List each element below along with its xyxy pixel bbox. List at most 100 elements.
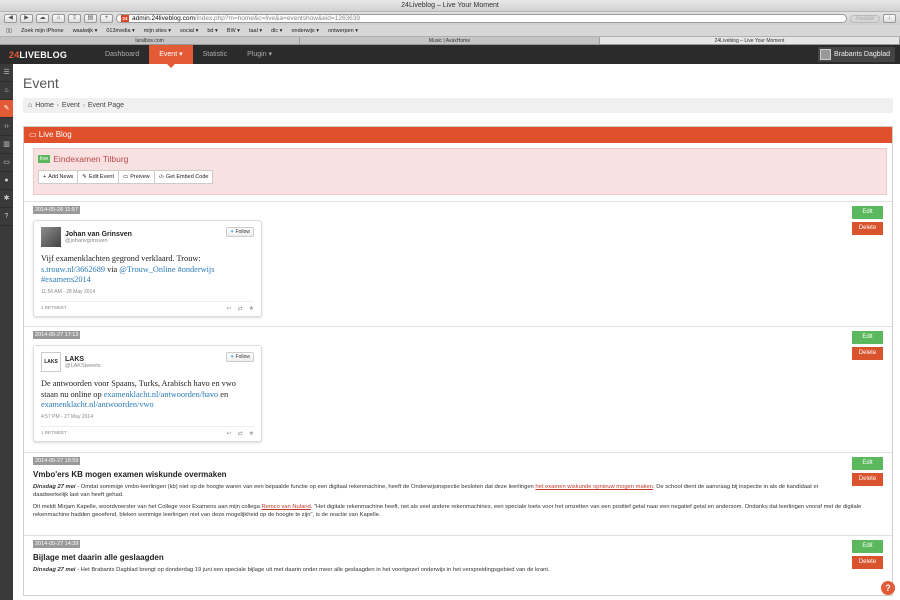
url-bar[interactable]: 24 admin.24liveblog.com /index.php?m=hom… — [116, 14, 848, 23]
news-paragraph: Dit meldt Mirjam Kapelle, woordvoerster … — [33, 504, 862, 518]
share-icon[interactable]: ⇪ — [68, 14, 81, 23]
tweet-avatar: LAKS — [41, 352, 61, 372]
home-icon[interactable]: ⌂ — [52, 14, 65, 23]
delete-button[interactable]: Delete — [852, 473, 883, 486]
browser-tab[interactable]: Music | AvaxHome — [300, 37, 600, 44]
bookmark-item[interactable]: BW ▾ — [227, 28, 240, 34]
help-icon[interactable]: ? — [0, 208, 13, 226]
user-menu[interactable]: Brabants Dagblad — [817, 47, 895, 62]
window-title: 24Liveblog – Live Your Moment — [0, 0, 900, 12]
back-icon[interactable]: ◀ — [4, 14, 17, 23]
tweet-date[interactable]: 4:57 PM - 27 May 2014 — [41, 414, 254, 420]
tweet-avatar — [41, 227, 61, 247]
bookmarks-icon[interactable]: ▤ — [84, 14, 97, 23]
retweet-count: 1 RETWEET — [41, 429, 67, 435]
follow-button[interactable]: ✦ Follow — [225, 227, 254, 237]
edit-button[interactable]: Edit — [852, 540, 883, 553]
bookmark-item[interactable]: waalwijk ▾ — [73, 28, 98, 34]
breadcrumb-event-page: Event Page — [87, 102, 125, 109]
preview-button[interactable]: ▭ Preivew — [119, 171, 155, 183]
browser-tab[interactable]: Iuralbos.com — [0, 37, 300, 44]
reply-icon[interactable]: ↩ — [227, 305, 232, 312]
news-link[interactable]: Remco van Nuland — [261, 504, 310, 510]
url-path: /index.php?m=home&c=live&a=eventshow&eid… — [194, 15, 361, 22]
nav-plugin[interactable]: Plugin ▾ — [237, 45, 282, 64]
edit-button[interactable]: Edit — [852, 331, 883, 344]
tweet-mention[interactable]: @Trouw_Online — [119, 265, 175, 274]
edit-icon[interactable]: ✎ — [0, 100, 13, 118]
edit-icon: ✎ — [82, 174, 87, 180]
home-icon[interactable]: ⌂ — [0, 82, 13, 100]
user-icon[interactable]: ● — [0, 172, 13, 190]
post-item: 2014-05-27 15:59 Edit Delete Vmbo'ers KB… — [24, 452, 892, 535]
monitor-icon: ▭ — [29, 130, 37, 139]
edit-button[interactable]: Edit — [852, 206, 883, 219]
menu-icon[interactable]: ☰ — [0, 64, 13, 82]
breadcrumb-event[interactable]: Event — [62, 102, 80, 109]
tweet-link[interactable]: examenklacht.nl/antwoorden/havo — [104, 390, 219, 399]
tweet-date[interactable]: 11:56 AM - 28 May 2014 — [41, 289, 254, 295]
bookmark-item[interactable]: social ▾ — [180, 28, 198, 34]
help-button[interactable]: ? — [881, 581, 895, 595]
live-badge: live — [38, 155, 51, 163]
retweet-icon[interactable]: ⇄ — [238, 305, 243, 312]
nav-event[interactable]: Event ▾ — [149, 45, 193, 68]
event-name: Eindexamen Tilburg — [53, 154, 129, 164]
bookmark-item[interactable]: 013media ▾ — [106, 28, 134, 34]
retweet-icon[interactable]: ⇄ — [238, 430, 243, 437]
edit-button[interactable]: Edit — [852, 457, 883, 470]
bookmark-item[interactable]: bd ▾ — [207, 28, 217, 34]
favicon-icon: 24 — [121, 15, 129, 22]
monitor-icon: ▭ — [122, 174, 129, 180]
tweet-link[interactable]: s.trouw.nl/3662689 — [41, 265, 105, 274]
url-host: admin.24liveblog.com — [132, 15, 195, 22]
bookmark-item[interactable]: Zoek mijn iPhone — [21, 28, 64, 34]
add-news-button[interactable]: + Add News — [39, 171, 79, 183]
post-timestamp: 2014-05-27 14:39 — [33, 540, 81, 548]
favorite-icon[interactable]: ★ — [249, 430, 254, 437]
bookmark-item[interactable]: dlc ▾ — [271, 28, 282, 34]
bookmark-item[interactable]: taal ▾ — [249, 28, 262, 34]
news-paragraph: Dinsdag 27 mei - Het Brabants Dagblad br… — [33, 567, 550, 573]
settings-icon[interactable]: ✱ — [0, 190, 13, 208]
follow-button[interactable]: ✦ Follow — [225, 352, 254, 362]
nav-dashboard[interactable]: Dashboard — [95, 45, 149, 64]
monitor-icon[interactable]: ▭ — [0, 154, 13, 172]
embedded-tweet: Johan van Grinsven @johanvgrinsven ✦ Fol… — [33, 220, 262, 317]
tweet-link[interactable]: examenklacht.nl/antwoorden/vwo — [41, 400, 154, 409]
twitter-bird-icon: ✦ — [229, 229, 235, 235]
panel-header: ▭ Live Blog — [24, 127, 892, 143]
tweet-author[interactable]: LAKS — [65, 356, 101, 363]
forward-icon[interactable]: ▶ — [20, 14, 33, 23]
reply-icon[interactable]: ↩ — [227, 430, 232, 437]
reading-list-icon[interactable]: ▯▯ — [6, 28, 12, 34]
edit-event-button[interactable]: ✎ Edit Event — [78, 171, 119, 183]
app-logo[interactable]: 24LIVEBLOG — [0, 50, 95, 60]
favorite-icon[interactable]: ★ — [249, 305, 254, 312]
tweet-hashtag[interactable]: #examens2014 — [41, 275, 91, 284]
tweet-author[interactable]: Johan van Grinsven — [65, 231, 132, 238]
delete-button[interactable]: Delete — [852, 347, 883, 360]
nav-statistic[interactable]: Statistic — [193, 45, 238, 64]
twitter-bird-icon: ✦ — [229, 354, 235, 360]
tweet-hashtag[interactable]: #onderwijs — [178, 265, 215, 274]
post-item: 2014-05-28 11:57 Edit Delete Johan van G… — [24, 201, 892, 326]
downloads-icon[interactable]: ↓ — [883, 14, 896, 23]
delete-button[interactable]: Delete — [852, 556, 883, 569]
breadcrumb-home[interactable]: Home — [35, 102, 54, 109]
delete-button[interactable]: Delete — [852, 222, 883, 235]
browser-tab-active[interactable]: 24Liveblog – Live Your Moment — [600, 37, 900, 44]
icloud-icon[interactable]: ☁ — [36, 14, 49, 23]
chart-icon[interactable]: ▥ — [0, 136, 13, 154]
new-tab-icon[interactable]: + — [100, 14, 113, 23]
tweet-handle[interactable]: @johanvgrinsven — [65, 238, 132, 244]
bookmark-item[interactable]: ontwerpen ▾ — [328, 28, 358, 34]
get-embed-code-button[interactable]: ‹/› Get Embed Code — [155, 171, 213, 183]
tweet-handle[interactable]: @LAKStweets — [65, 363, 101, 369]
code-icon[interactable]: ‹› — [0, 118, 13, 136]
reader-button[interactable]: Reader — [850, 14, 880, 23]
news-link[interactable]: het examen wiskunde opnieuw mogen maken — [535, 484, 653, 490]
bookmark-item[interactable]: mijn sites ▾ — [144, 28, 171, 34]
bookmark-item[interactable]: onderwijs ▾ — [291, 28, 319, 34]
news-title: Bijlage met daarin alle geslaagden — [33, 553, 164, 562]
